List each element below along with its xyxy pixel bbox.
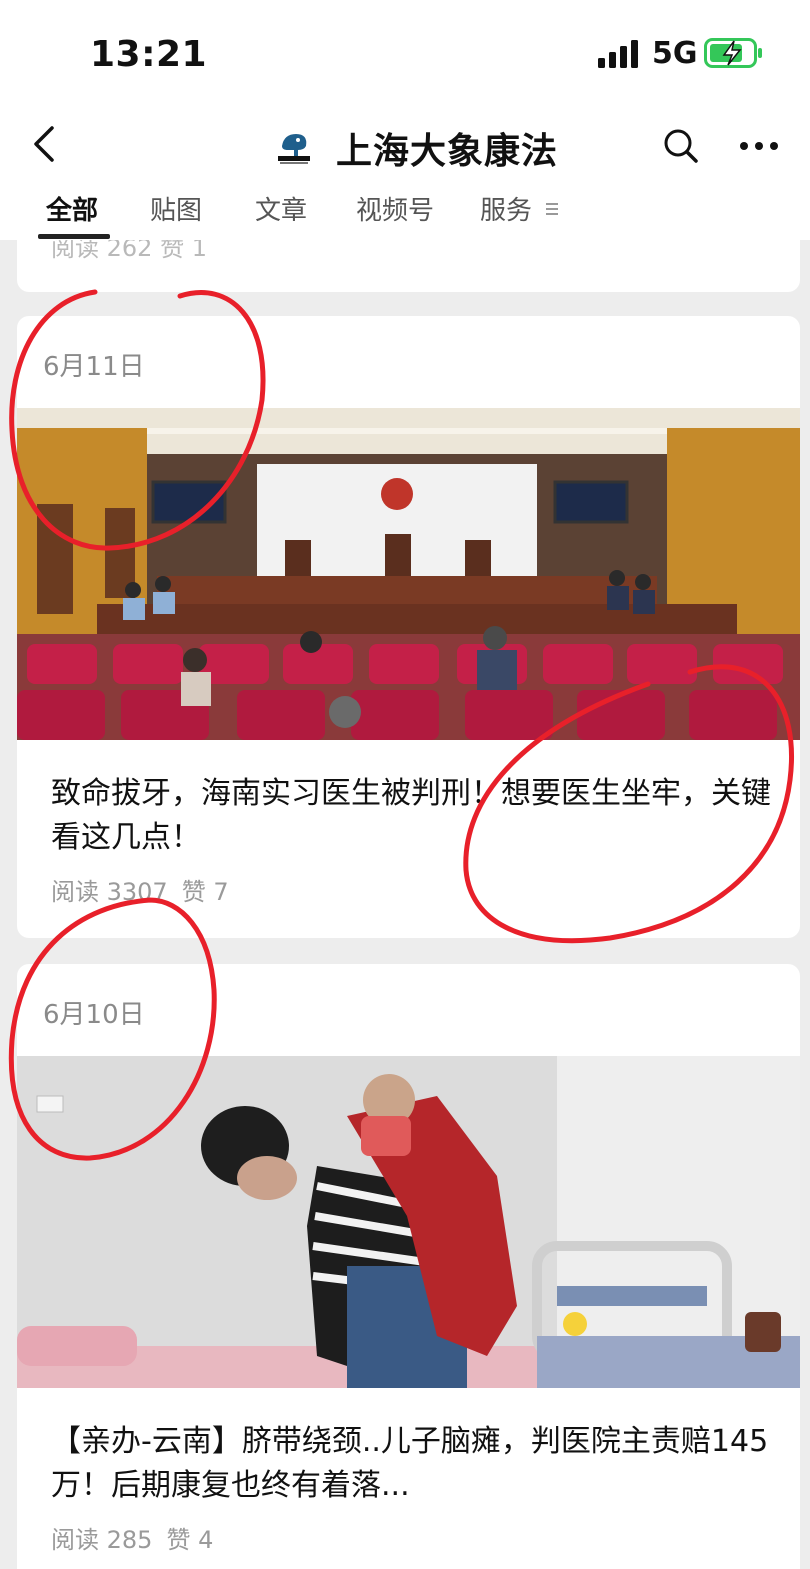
- post-date: 6月11日: [43, 352, 145, 382]
- read-count: 阅读 285: [51, 1526, 153, 1554]
- tab-channels[interactable]: 视频号: [356, 190, 434, 227]
- like-count: 赞 7: [181, 878, 229, 906]
- status-bar: 13:21 5G: [0, 0, 810, 108]
- mother-child-image: [17, 1056, 800, 1388]
- account-title: 上海大象康法: [336, 131, 559, 172]
- status-time: 13:21: [90, 34, 208, 75]
- active-tab-indicator: [38, 234, 110, 239]
- tab-images[interactable]: 贴图: [150, 190, 202, 227]
- post-headline[interactable]: 致命拔牙，海南实习医生被判刑！想要医生坐牢，关键看这几点！: [51, 772, 781, 860]
- account-logo: [278, 134, 310, 164]
- tab-bar: 全部 贴图 文章 视频号 服务: [0, 182, 810, 240]
- battery-charging-icon: [704, 38, 762, 68]
- tab-all[interactable]: 全部: [46, 190, 98, 227]
- post-thumbnail[interactable]: [17, 1056, 800, 1388]
- post-meta: 阅读 285 赞 4: [51, 1520, 227, 1555]
- post-card[interactable]: 6月10日 【亲办-云南】脐带绕颈..儿子脑瘫，判医院主责赔145万！后期康复也…: [17, 964, 800, 1569]
- chevron-left-icon[interactable]: [28, 124, 64, 164]
- tab-services[interactable]: 服务: [480, 190, 532, 227]
- post-thumbnail[interactable]: [17, 408, 800, 740]
- read-count: 阅读 3307: [51, 878, 168, 906]
- post-date: 6月10日: [43, 1000, 145, 1030]
- post-meta: 阅读 3307 赞 7: [51, 872, 243, 907]
- search-icon[interactable]: [662, 126, 700, 166]
- signal-bars-icon: [598, 40, 638, 68]
- more-dots-icon[interactable]: [738, 138, 780, 154]
- post-headline[interactable]: 【亲办-云南】脐带绕颈..儿子脑瘫，判医院主责赔145万！后期康复也终有着落..…: [51, 1420, 781, 1508]
- previous-post-card[interactable]: 阅读 262 赞 1: [17, 240, 800, 292]
- like-count: 赞 4: [166, 1526, 214, 1554]
- tab-articles[interactable]: 文章: [255, 190, 307, 227]
- post-meta: 阅读 262 赞 1: [51, 240, 207, 262]
- menu-lines-icon[interactable]: [544, 202, 560, 216]
- courtroom-image: [17, 408, 800, 740]
- nav-bar: 上海大象康法: [0, 108, 810, 182]
- network-type: 5G: [652, 36, 698, 71]
- post-card[interactable]: 6月11日 致命拔牙，海南实习医生被判刑！想要医生坐牢，关键看这几点！ 阅读 3…: [17, 316, 800, 938]
